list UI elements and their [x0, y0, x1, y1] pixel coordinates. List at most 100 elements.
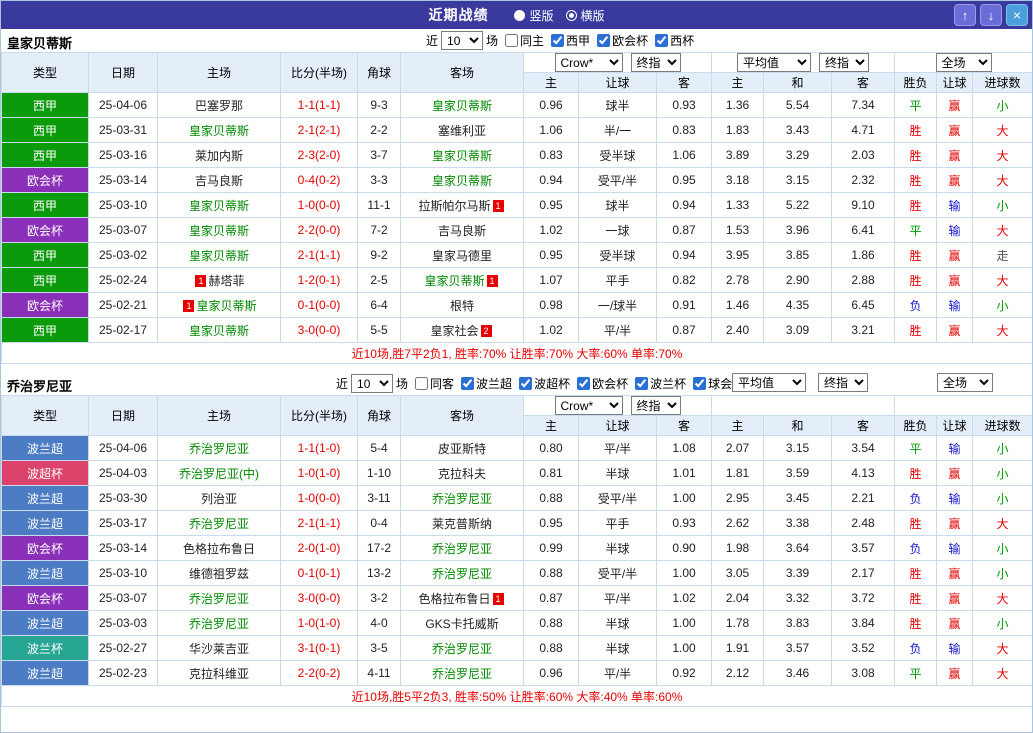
away-team[interactable]: 皇家马德里: [400, 242, 524, 268]
home-team[interactable]: 列治亚: [157, 485, 281, 511]
asian-home-odds: 0.98: [523, 292, 579, 318]
match-score[interactable]: 0-1(0-1): [280, 560, 358, 586]
bookmaker-select[interactable]: Crow*: [554, 53, 623, 72]
home-team[interactable]: 维德祖罗兹: [157, 560, 281, 586]
league-filter-checkbox[interactable]: 西杯: [655, 32, 694, 49]
match-score[interactable]: 3-1(0-1): [280, 635, 358, 661]
home-team[interactable]: 皇家贝蒂斯: [157, 192, 281, 218]
average-odds-select[interactable]: 平均值: [732, 373, 806, 392]
average-odds-select[interactable]: 平均值: [737, 53, 811, 72]
scope-select[interactable]: 全场: [935, 53, 992, 72]
match-score[interactable]: 2-1(1-1): [280, 510, 358, 536]
home-team[interactable]: 巴塞罗那: [157, 92, 281, 118]
away-team[interactable]: 乔治罗尼亚: [400, 635, 524, 661]
league-filter-checkbox[interactable]: 波兰超: [461, 375, 512, 392]
away-team[interactable]: 克拉科夫: [400, 460, 524, 486]
checkbox-input[interactable]: [519, 377, 533, 390]
match-score[interactable]: 1-2(0-1): [280, 267, 358, 293]
close-button[interactable]: ×: [1006, 4, 1028, 26]
home-team[interactable]: 乔治罗尼亚: [157, 510, 281, 536]
match-score[interactable]: 2-1(1-1): [280, 242, 358, 268]
league-filter-checkbox[interactable]: 同客: [415, 375, 454, 392]
final-odds-select[interactable]: 终指: [819, 53, 869, 72]
match-score[interactable]: 3-0(0-0): [280, 585, 358, 611]
home-team[interactable]: 克拉科维亚: [157, 660, 281, 686]
match-count-select[interactable]: 10: [351, 374, 394, 393]
match-score[interactable]: 2-0(1-0): [280, 535, 358, 561]
checkbox-input[interactable]: [505, 34, 519, 47]
checkbox-input[interactable]: [693, 377, 707, 390]
away-team[interactable]: 皇家社会 2: [400, 317, 524, 343]
layout-radio-horizontal[interactable]: 横版: [565, 7, 605, 24]
home-team[interactable]: 乔治罗尼亚: [157, 610, 281, 636]
away-team-label: 皇家马德里: [431, 248, 492, 263]
league-filter-checkbox[interactable]: 同主: [505, 32, 544, 49]
away-team[interactable]: 拉斯帕尔马斯 1: [400, 192, 524, 218]
home-team[interactable]: 乔治罗尼亚(中): [157, 460, 281, 486]
league-filter-checkbox[interactable]: 西甲: [551, 32, 590, 49]
home-team[interactable]: 皇家贝蒂斯: [157, 242, 281, 268]
away-team[interactable]: 色格拉布鲁日 1: [400, 585, 524, 611]
checkbox-input[interactable]: [577, 377, 591, 390]
final-odds-select[interactable]: 终指: [818, 373, 868, 392]
away-team[interactable]: 乔治罗尼亚: [400, 535, 524, 561]
checkbox-input[interactable]: [655, 34, 669, 47]
home-team[interactable]: 华沙莱吉亚: [157, 635, 281, 661]
away-team[interactable]: 皇家贝蒂斯 1: [400, 267, 524, 293]
match-score[interactable]: 2-3(2-0): [280, 142, 358, 168]
match-score[interactable]: 1-0(1-0): [280, 610, 358, 636]
checkbox-input[interactable]: [551, 34, 565, 47]
home-team[interactable]: 1 赫塔菲: [157, 267, 281, 293]
home-team[interactable]: 皇家贝蒂斯: [157, 217, 281, 243]
league-filter-checkbox[interactable]: 欧会杯: [577, 375, 628, 392]
away-team[interactable]: 乔治罗尼亚: [400, 560, 524, 586]
layout-radio-vertical[interactable]: 竖版: [514, 7, 554, 24]
match-score[interactable]: 1-0(0-0): [280, 192, 358, 218]
league-filter-checkbox[interactable]: 波兰杯: [635, 375, 686, 392]
bookmaker-select[interactable]: Crow*: [554, 396, 623, 415]
final-odds-select[interactable]: 终指: [630, 396, 681, 415]
match-score[interactable]: 1-0(1-0): [280, 460, 358, 486]
match-score[interactable]: 3-0(0-0): [280, 317, 358, 343]
match-score[interactable]: 0-4(0-2): [280, 167, 358, 193]
match-score[interactable]: 0-1(0-0): [280, 292, 358, 318]
away-team[interactable]: 皇家贝蒂斯: [400, 142, 524, 168]
match-score[interactable]: 1-0(0-0): [280, 485, 358, 511]
league-filter-checkbox[interactable]: 波超杯: [519, 375, 570, 392]
home-team[interactable]: 乔治罗尼亚: [157, 585, 281, 611]
home-team[interactable]: 莱加内斯: [157, 142, 281, 168]
away-team[interactable]: 塞维利亚: [400, 117, 524, 143]
move-down-button[interactable]: ↓: [980, 4, 1002, 26]
home-team[interactable]: 皇家贝蒂斯: [157, 117, 281, 143]
match-score[interactable]: 2-2(0-2): [280, 660, 358, 686]
away-team[interactable]: 皇家贝蒂斯: [400, 167, 524, 193]
away-team[interactable]: GKS卡托威斯: [400, 610, 524, 636]
home-team[interactable]: 乔治罗尼亚: [157, 435, 281, 461]
away-team[interactable]: 乔治罗尼亚: [400, 660, 524, 686]
away-team[interactable]: 皇家贝蒂斯: [400, 92, 524, 118]
scope-select[interactable]: 全场: [937, 373, 993, 392]
checkbox-input[interactable]: [461, 377, 475, 390]
checkbox-input[interactable]: [635, 377, 649, 390]
match-score[interactable]: 2-2(0-0): [280, 217, 358, 243]
home-team[interactable]: 1 皇家贝蒂斯: [157, 292, 281, 318]
final-odds-select[interactable]: 终指: [630, 53, 681, 72]
away-team[interactable]: 皮亚斯特: [400, 435, 524, 461]
home-team[interactable]: 吉马良斯: [157, 167, 281, 193]
away-team[interactable]: 吉马良斯: [400, 217, 524, 243]
away-team-label: 吉马良斯: [437, 223, 486, 238]
away-team[interactable]: 根特: [400, 292, 524, 318]
checkbox-input[interactable]: [415, 377, 429, 390]
match-score[interactable]: 1-1(1-0): [280, 435, 358, 461]
home-team[interactable]: 皇家贝蒂斯: [157, 317, 281, 343]
league-filter-checkbox[interactable]: 欧会杯: [597, 32, 648, 49]
match-count-select[interactable]: 10: [441, 31, 484, 50]
checkbox-input[interactable]: [597, 34, 611, 47]
scope-select-cell: 全场: [893, 52, 1032, 73]
match-score[interactable]: 1-1(1-1): [280, 92, 358, 118]
home-team[interactable]: 色格拉布鲁日: [157, 535, 281, 561]
away-team[interactable]: 乔治罗尼亚: [400, 485, 524, 511]
match-score[interactable]: 2-1(2-1): [280, 117, 358, 143]
away-team[interactable]: 莱克普斯纳: [400, 510, 524, 536]
move-up-button[interactable]: ↑: [954, 4, 976, 26]
